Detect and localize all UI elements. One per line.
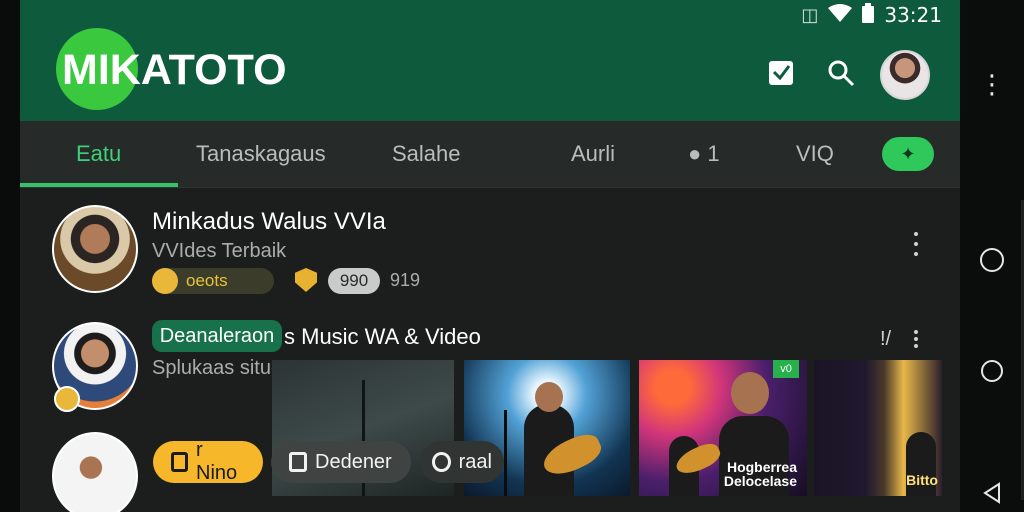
profile-avatar[interactable] — [880, 50, 930, 100]
battery-icon — [862, 2, 875, 28]
app-header: ◫ 33:21 MIKATOTO — [20, 0, 960, 121]
comment-icon: ● — [688, 141, 702, 166]
list-item[interactable]: Minkadus Walus VVIa VVIdes Terbaik oeots… — [20, 190, 960, 310]
chat-icon — [432, 452, 451, 472]
active-tab-indicator — [20, 183, 178, 187]
app-logo[interactable]: MIKATOTO — [56, 28, 287, 110]
smile-icon — [152, 268, 178, 294]
tab-salahe[interactable]: Salahe — [392, 141, 461, 167]
play-button[interactable]: r Nino — [153, 439, 263, 484]
mic-stand — [504, 410, 507, 496]
tab-special-button[interactable]: ✦ — [882, 137, 934, 171]
more-options-button[interactable] — [914, 330, 918, 348]
status-bar: ◫ 33:21 — [801, 2, 942, 28]
wifi-icon — [828, 3, 853, 27]
share-button-label: raal — [458, 450, 492, 473]
tab-comments-count: 1 — [707, 141, 720, 166]
app-window: ◫ 33:21 MIKATOTO Eatu Tanaskagaus Salahe… — [20, 0, 960, 512]
tab-tanaskagaus[interactable]: Tanaskagaus — [196, 141, 326, 167]
download-icon[interactable] — [766, 58, 796, 88]
sim-icon: ◫ — [801, 4, 819, 26]
item-title: Minkadus Walus VVIa — [152, 208, 386, 235]
item-subtitle: VVIdes Terbaik — [152, 240, 287, 262]
download-button-label: Dedener — [315, 450, 392, 473]
back-button[interactable] — [983, 482, 1001, 508]
coin-icon — [54, 386, 80, 412]
channel-avatar[interactable] — [52, 205, 138, 293]
rating-chip[interactable]: oeots — [152, 268, 274, 294]
logo-text: MIKATOTO — [62, 46, 287, 94]
thumbnail-caption: Hogberrea Delocelase — [724, 460, 797, 488]
tab-comments[interactable]: ● 1 — [688, 141, 720, 167]
thumbnail-tag: v0 — [773, 360, 799, 378]
download-button[interactable]: Dedener — [271, 441, 411, 483]
search-icon[interactable] — [826, 58, 856, 88]
play-icon — [171, 452, 189, 472]
thumbnail-caption-line: Hogberrea — [726, 459, 797, 475]
performer-head — [535, 382, 563, 412]
tab-aurli[interactable]: Aurli — [571, 141, 615, 167]
tab-viq[interactable]: VIQ — [796, 141, 834, 167]
badge-value: 990 — [328, 268, 380, 294]
menu-dots-icon[interactable]: ⋮ — [979, 70, 1005, 100]
view-count: 919 — [390, 270, 421, 290]
thumbnail-caption-line: Delocelase — [723, 473, 797, 489]
share-button[interactable]: raal — [420, 441, 504, 483]
sparkle-icon: ✦ — [900, 143, 916, 164]
system-nav-bar: ⋮ — [960, 0, 1024, 512]
video-thumbnail[interactable]: v0 Hogberrea Delocelase — [639, 360, 807, 496]
recents-button[interactable] — [981, 360, 1003, 382]
category-tag[interactable]: Deanaleraon — [152, 320, 282, 352]
channel-avatar[interactable] — [52, 432, 138, 512]
document-icon — [289, 452, 307, 472]
singer-head — [731, 372, 769, 414]
more-options-button[interactable] — [914, 232, 918, 256]
play-button-label: r Nino — [196, 439, 238, 484]
screen-left-edge — [0, 0, 20, 512]
item-title: s Music WA & Video — [284, 324, 481, 349]
thumbnail-caption: Bitto — [906, 472, 938, 488]
status-time: 33:21 — [884, 3, 942, 27]
home-button[interactable] — [980, 248, 1004, 272]
tab-eatu[interactable]: Eatu — [76, 141, 121, 167]
shield-icon — [295, 268, 317, 292]
rating-chip-label: oeots — [186, 271, 228, 290]
tab-bar: Eatu Tanaskagaus Salahe Aurli ● 1 VIQ — [20, 121, 960, 188]
pin-indicator[interactable]: !/ — [880, 328, 891, 351]
video-thumbnail[interactable]: Bitto — [814, 360, 942, 496]
